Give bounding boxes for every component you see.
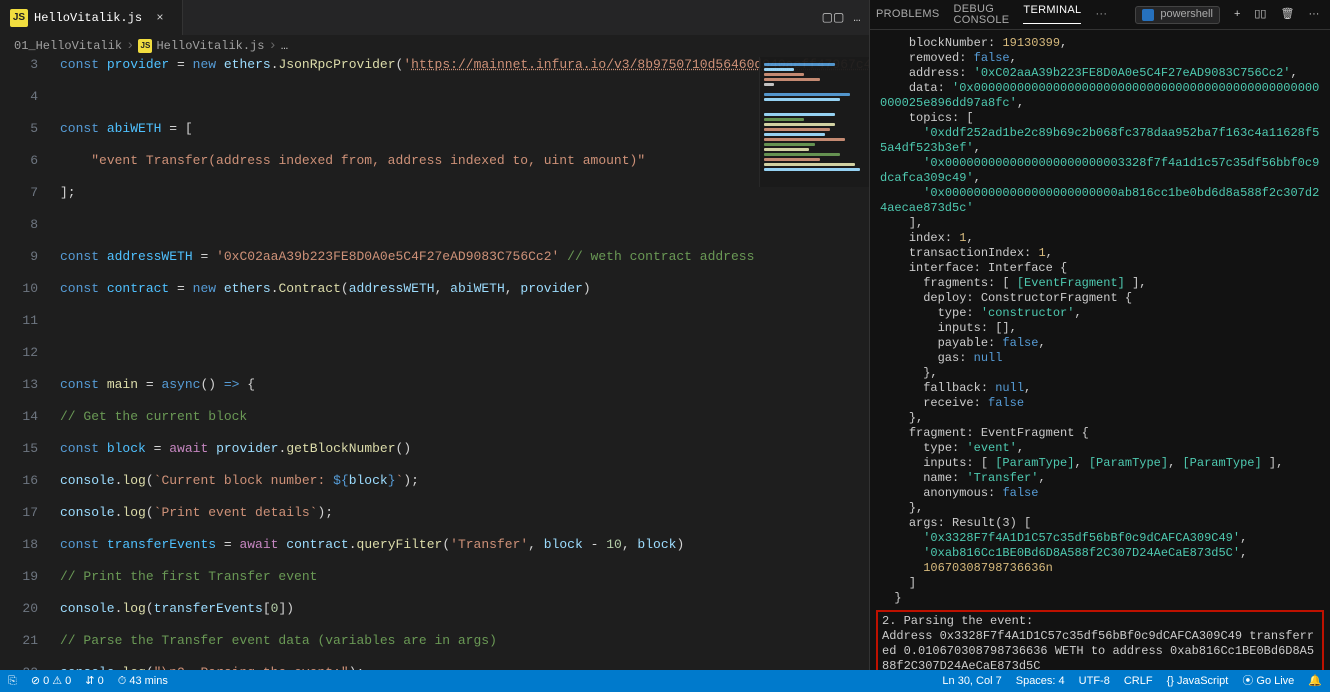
panel-tab-more[interactable]: ···	[1095, 9, 1107, 20]
remote-indicator[interactable]: ⎘	[8, 676, 17, 687]
editormore-icon[interactable]: …	[845, 9, 869, 27]
js-icon: JS	[10, 9, 28, 27]
status-bar: ⎘ ⊘ 0 ⚠ 0 ⇵ 0 ⏱ 43 mins Ln 30, Col 7 Spa…	[0, 670, 1330, 692]
splitterm-icon[interactable]: ▯▯	[1254, 9, 1266, 20]
breadcrumb[interactable]: 01_HelloVitalik › JS HelloVitalik.js › …	[0, 35, 869, 57]
terminal-profile-button[interactable]: powershell	[1135, 6, 1220, 24]
crumb-file[interactable]: HelloVitalik.js	[156, 37, 264, 55]
tab-file[interactable]: JS HelloVitalik.js ×	[0, 0, 183, 35]
editor-tabbar: JS HelloVitalik.js × ▢▢ …	[0, 0, 869, 35]
cursor-position[interactable]: Ln 30, Col 7	[942, 676, 1001, 687]
panel-tab-terminal[interactable]: TERMINAL	[1023, 5, 1081, 24]
split-editor-icon[interactable]: ▢▢	[821, 9, 845, 27]
highlighted-output: 2. Parsing the event: Address 0x3328F7f4…	[876, 610, 1324, 670]
panelmore-icon[interactable]: ···	[1308, 9, 1319, 20]
panel-tab-debug[interactable]: DEBUG CONSOLE	[954, 4, 1010, 26]
js-icon: JS	[138, 39, 152, 53]
killterm-icon[interactable]: 🗑	[1280, 9, 1294, 20]
eol-indicator[interactable]: CRLF	[1124, 676, 1153, 687]
crumb-more[interactable]: …	[281, 37, 288, 55]
problems-counter[interactable]: ⊘ 0 ⚠ 0	[31, 676, 71, 687]
powershell-icon	[1142, 9, 1154, 21]
newterm-icon[interactable]: +	[1234, 9, 1240, 20]
code-editor[interactable]: const provider = new ethers.JsonRpcProvi…	[0, 57, 869, 670]
terminal-output[interactable]: blockNumber: 19130399, removed: false, a…	[870, 30, 1330, 670]
ports-indicator[interactable]: ⇵ 0	[85, 676, 103, 687]
notifications-icon[interactable]: 🔔	[1308, 676, 1322, 687]
tab-title: HelloVitalik.js	[34, 9, 142, 27]
encoding-indicator[interactable]: UTF-8	[1079, 676, 1110, 687]
panel-tabs: PROBLEMS DEBUG CONSOLE TERMINAL ··· powe…	[870, 0, 1330, 30]
panel-tab-problems[interactable]: PROBLEMS	[876, 9, 940, 20]
golive-button[interactable]: ⦿ Go Live	[1242, 676, 1294, 687]
language-indicator[interactable]: {} JavaScript	[1167, 676, 1229, 687]
indent-indicator[interactable]: Spaces: 4	[1016, 676, 1065, 687]
minimap[interactable]	[759, 57, 869, 187]
close-icon[interactable]: ×	[148, 9, 172, 27]
crumb-folder[interactable]: 01_HelloVitalik	[14, 37, 122, 55]
time-indicator[interactable]: ⏱ 43 mins	[118, 676, 168, 687]
